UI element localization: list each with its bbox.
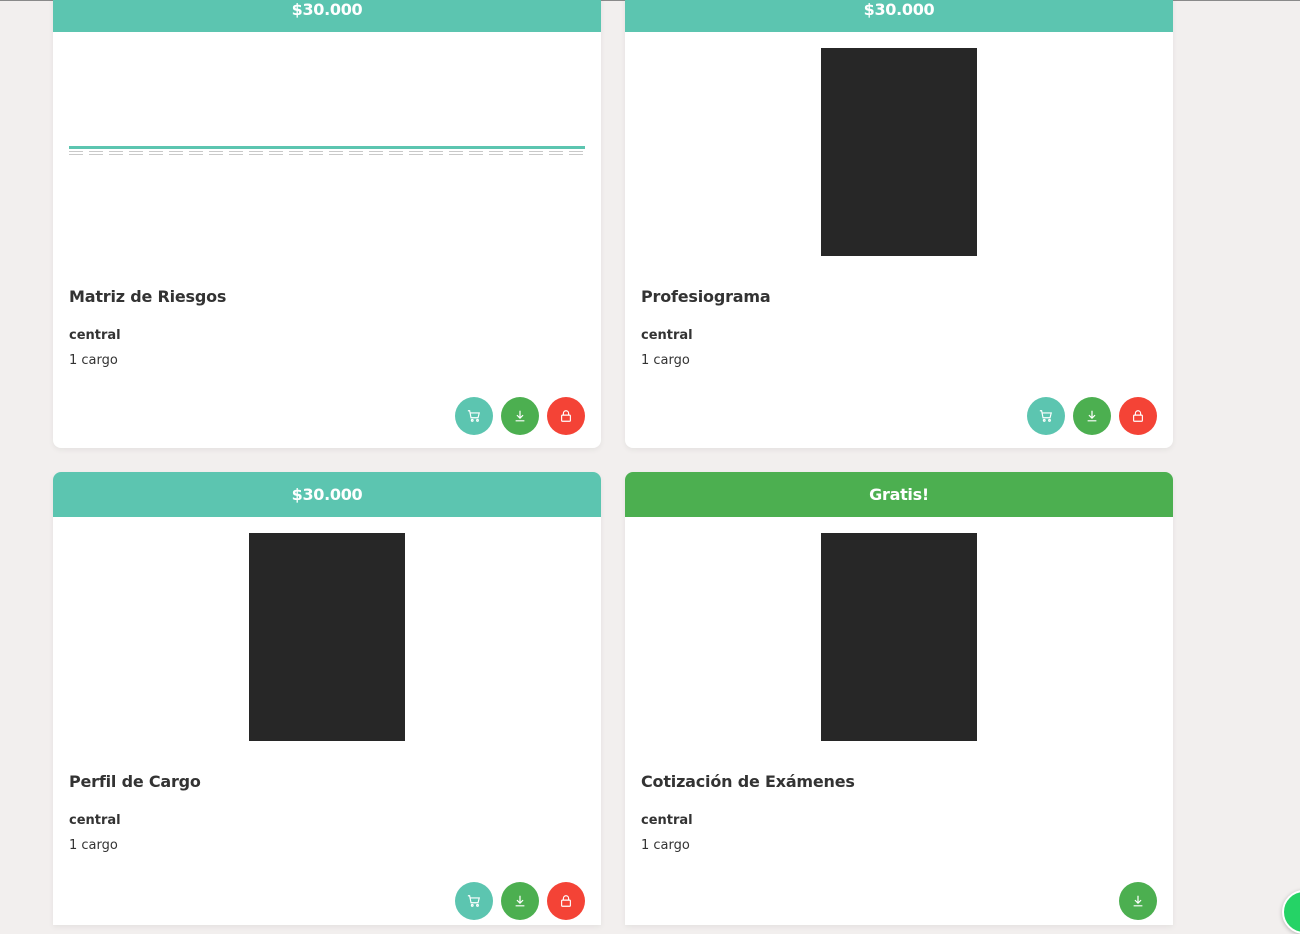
cart-icon [467,410,480,422]
spreadsheet-preview-rows [69,146,585,158]
card-count: 1 cargo [641,353,690,368]
document-thumbnail[interactable] [641,48,1157,256]
document-preview-image [821,48,977,256]
card-title: Cotización de Exámenes [641,772,855,791]
download-button[interactable] [501,882,539,920]
price-label: $30.000 [291,485,363,504]
product-card: $30.000 Matriz de Riesgos central 1 carg… [53,0,601,448]
download-button[interactable] [1119,882,1157,920]
card-owner: central [69,328,121,343]
lock-icon [561,895,571,907]
download-button[interactable] [1073,397,1111,435]
document-thumbnail[interactable] [641,533,1157,741]
download-button[interactable] [501,397,539,435]
document-preview-image [821,533,977,741]
product-card: Gratis! Cotización de Exámenes central 1… [625,472,1173,925]
card-title: Perfil de Cargo [69,772,201,791]
product-card: $30.000 Profesiograma central 1 cargo [625,0,1173,448]
card-owner: central [69,813,121,828]
card-title: Profesiograma [641,287,771,306]
spreadsheet-thumbnail[interactable] [69,48,585,256]
price-label: $30.000 [291,0,363,19]
price-label: $30.000 [863,0,935,19]
card-actions [1027,397,1157,435]
price-header: $30.000 [53,472,601,517]
add-to-cart-button[interactable] [455,882,493,920]
price-label: Gratis! [869,485,929,504]
add-to-cart-button[interactable] [455,397,493,435]
product-card: $30.000 Perfil de Cargo central 1 cargo [53,472,601,925]
card-actions [455,397,585,435]
lock-button[interactable] [547,397,585,435]
cart-icon [1039,410,1052,422]
cart-icon [467,895,480,907]
lock-button[interactable] [547,882,585,920]
download-icon [515,410,525,422]
card-actions [1119,882,1157,920]
lock-button[interactable] [1119,397,1157,435]
card-title: Matriz de Riesgos [69,287,227,306]
card-count: 1 cargo [69,353,118,368]
card-owner: central [641,328,693,343]
add-to-cart-button[interactable] [1027,397,1065,435]
lock-icon [561,410,571,422]
card-actions [455,882,585,920]
card-count: 1 cargo [641,838,690,853]
document-thumbnail[interactable] [69,533,585,741]
card-count: 1 cargo [69,838,118,853]
download-icon [1133,895,1143,907]
card-owner: central [641,813,693,828]
price-header: Gratis! [625,472,1173,517]
document-preview-image [249,533,405,741]
price-header: $30.000 [625,0,1173,32]
price-header: $30.000 [53,0,601,32]
download-icon [1087,410,1097,422]
download-icon [515,895,525,907]
whatsapp-button[interactable] [1282,890,1300,934]
lock-icon [1133,410,1143,422]
